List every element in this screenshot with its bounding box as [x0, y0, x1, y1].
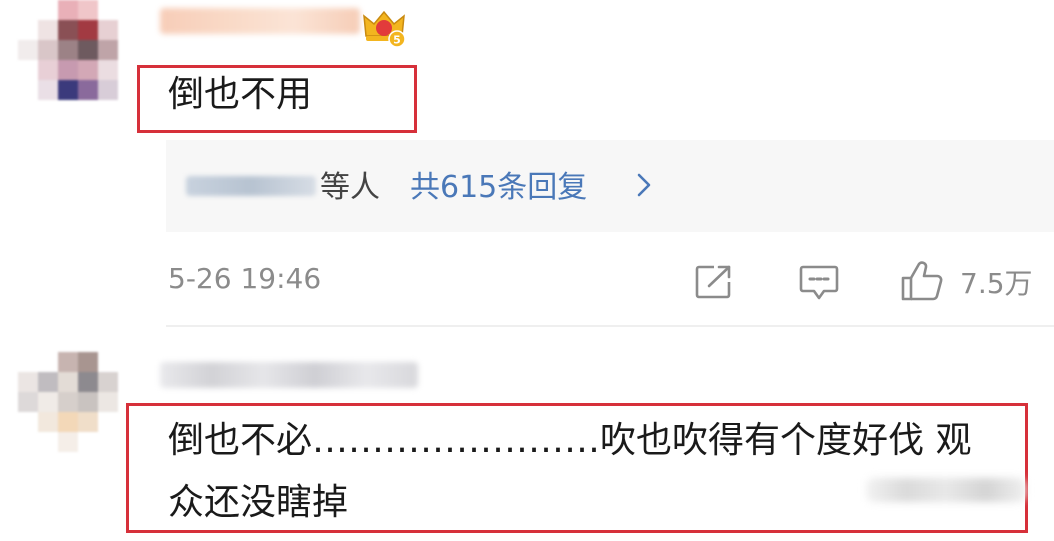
avatar[interactable] — [18, 352, 130, 462]
comment-divider — [166, 325, 1054, 327]
share-icon[interactable] — [694, 264, 734, 300]
svg-text:5: 5 — [393, 34, 401, 47]
comment-icon[interactable] — [799, 264, 839, 302]
like-count: 7.5万 — [960, 267, 1033, 300]
reply-usernames — [186, 176, 316, 196]
member-crown-icon: 5 — [363, 10, 406, 48]
view-replies-link[interactable]: 共615条回复 — [410, 162, 587, 206]
chevron-right-icon — [637, 173, 651, 197]
comment-timestamp: 5-26 19:46 — [168, 262, 322, 295]
comment-text: 倒也不用 — [168, 74, 313, 115]
watermark — [866, 478, 1026, 502]
reply-summary-panel[interactable]: 等人 共615条回复 — [166, 140, 1054, 232]
username[interactable] — [160, 362, 418, 388]
username[interactable] — [160, 8, 360, 34]
reply-users-label: 等人 — [320, 170, 380, 205]
avatar[interactable] — [18, 0, 130, 112]
comment-text-line-1: 倒也不必……………………吹也吹得有个度好伐 观 — [168, 420, 972, 461]
comment-text-line-2: 众还没瞎掉 — [168, 482, 349, 523]
thumbs-up-icon[interactable] — [900, 260, 944, 302]
